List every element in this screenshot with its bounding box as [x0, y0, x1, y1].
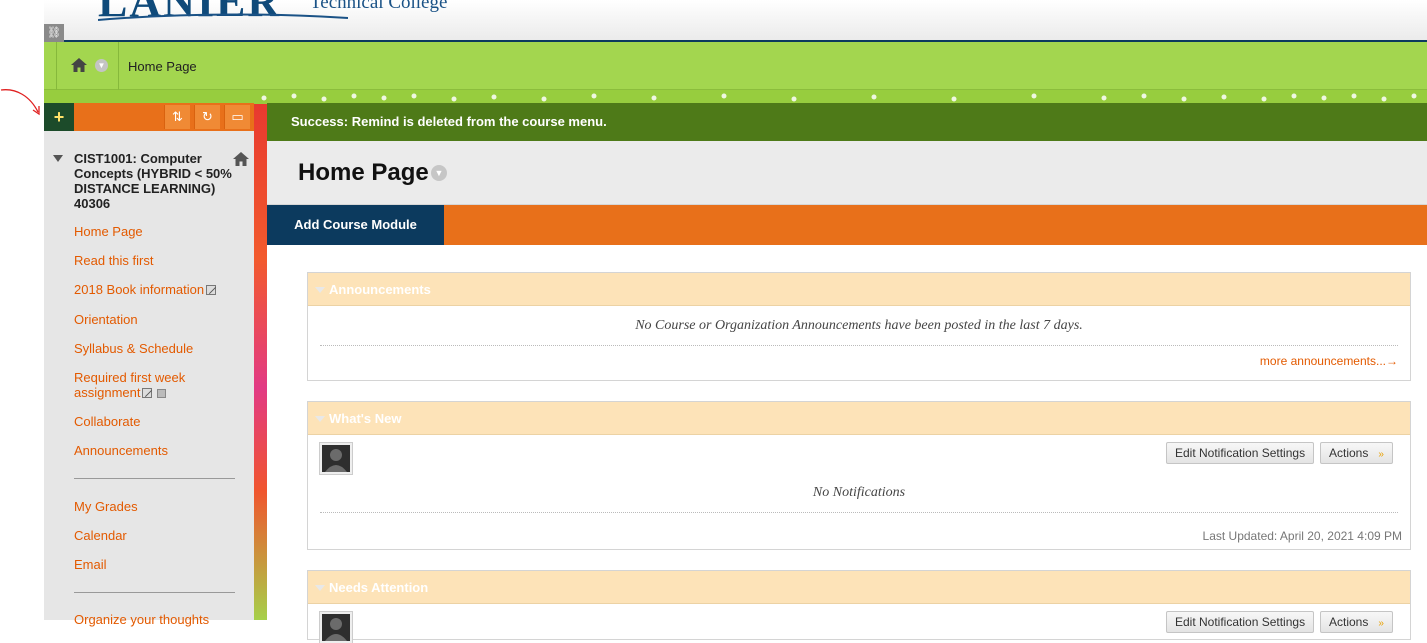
refresh-icon[interactable]: ↻ — [194, 105, 220, 129]
menu-item-label: 2018 Book information — [74, 282, 205, 297]
menu-item-email[interactable]: Email — [74, 557, 107, 572]
avatar — [320, 443, 352, 474]
actions-label: Actions — [1329, 446, 1369, 460]
needs-attention-module: Needs Attention Edit Notification Settin… — [307, 570, 1411, 643]
link-icon[interactable]: ⛓ — [44, 24, 64, 42]
breadcrumb-home[interactable]: ▼ — [56, 42, 119, 90]
breadcrumb-bar: ▼ Home Page — [44, 42, 1427, 90]
edit-notification-settings-button[interactable]: Edit Notification Settings — [1166, 442, 1315, 464]
reorder-icon[interactable]: ⇅ — [164, 105, 190, 129]
module-header[interactable]: Announcements — [308, 273, 1410, 306]
last-updated-text: Last Updated: April 20, 2021 4:09 PM — [1202, 529, 1402, 543]
announcements-module: Announcements No Course or Organization … — [307, 272, 1411, 381]
menu-divider — [74, 592, 235, 593]
no-notifications-text: No Notifications — [812, 485, 906, 500]
collapse-triangle-icon[interactable] — [53, 155, 63, 162]
hidden-from-students-icon — [206, 285, 217, 295]
home-icon[interactable] — [71, 58, 87, 72]
collapse-triangle-icon[interactable] — [315, 416, 325, 422]
chevron-down-icon: » — [1378, 449, 1384, 460]
avatar — [320, 612, 352, 643]
more-announcements-link[interactable]: more announcements...→ — [1260, 354, 1398, 368]
actions-button[interactable]: Actions » — [1320, 442, 1393, 464]
menu-item-orientation[interactable]: Orientation — [74, 312, 138, 327]
collapse-triangle-icon[interactable] — [315, 287, 325, 293]
annotation-arrow — [0, 89, 40, 116]
module-title: What's New — [329, 411, 402, 426]
announcements-empty-text: No Course or Organization Announcements … — [635, 318, 1083, 333]
divider — [320, 345, 1398, 346]
logo-swoosh — [98, 13, 348, 21]
menu-item-syllabus[interactable]: Syllabus & Schedule — [74, 341, 193, 356]
module-header[interactable]: What's New — [308, 402, 1410, 435]
actions-button[interactable]: Actions» — [1320, 611, 1393, 633]
course-home-icon[interactable] — [233, 152, 249, 166]
hidden-from-students-icon — [142, 388, 153, 398]
empty-content-icon — [157, 389, 167, 398]
actions-label: Actions — [1329, 615, 1369, 629]
collapse-triangle-icon[interactable] — [315, 585, 325, 591]
divider — [320, 512, 1398, 513]
menu-item-first-week-assignment[interactable]: Required first week assignment — [74, 370, 204, 400]
course-menu-toolbar: + ⇅ ↻ ▭ — [44, 103, 254, 131]
folder-view-icon[interactable]: ▭ — [224, 105, 250, 129]
chevron-down-icon[interactable]: ▼ — [95, 59, 108, 72]
whats-new-module: What's New Edit Notification Settings Ac… — [307, 401, 1411, 550]
person-silhouette-icon — [322, 614, 350, 641]
edit-notification-settings-button[interactable]: Edit Notification Settings — [1166, 611, 1315, 633]
breadcrumb-current: Home Page — [128, 59, 197, 74]
decorative-dots — [261, 93, 1417, 102]
main-content: Success: Remind is deleted from the cour… — [267, 103, 1427, 643]
menu-item-calendar[interactable]: Calendar — [74, 528, 127, 543]
course-title[interactable]: CIST1001: Computer Concepts (HYBRID < 50… — [74, 151, 234, 211]
success-receipt: Success: Remind is deleted from the cour… — [267, 103, 1427, 141]
page-title-area: Home Page ▼ — [267, 141, 1427, 205]
menu-item-book-information[interactable]: 2018 Book information — [74, 282, 217, 297]
menu-item-announcements[interactable]: Announcements — [74, 443, 168, 458]
menu-item-read-this-first[interactable]: Read this first — [74, 253, 153, 268]
module-title: Needs Attention — [329, 580, 429, 595]
decorative-strip — [254, 104, 267, 620]
page-title: Home Page — [298, 159, 429, 186]
action-bar: Add Course Module — [267, 205, 1427, 245]
chevron-down-icon[interactable]: ▼ — [431, 165, 447, 181]
person-silhouette-icon — [322, 445, 350, 472]
add-course-module-button[interactable]: Add Course Module — [267, 205, 444, 245]
add-menu-item-button[interactable]: + — [44, 103, 74, 131]
menu-item-label: Required first week assignment — [74, 370, 186, 400]
module-title: Announcements — [329, 282, 431, 297]
module-header[interactable]: Needs Attention — [308, 571, 1410, 604]
menu-item-home-page[interactable]: Home Page — [74, 224, 143, 239]
menu-divider — [74, 478, 235, 479]
course-menu: CIST1001: Computer Concepts (HYBRID < 50… — [44, 131, 254, 627]
institution-banner: LANIER Technical College ⛓ — [44, 0, 1427, 42]
menu-item-collaborate[interactable]: Collaborate — [74, 414, 141, 429]
menu-item-my-grades[interactable]: My Grades — [74, 499, 138, 514]
